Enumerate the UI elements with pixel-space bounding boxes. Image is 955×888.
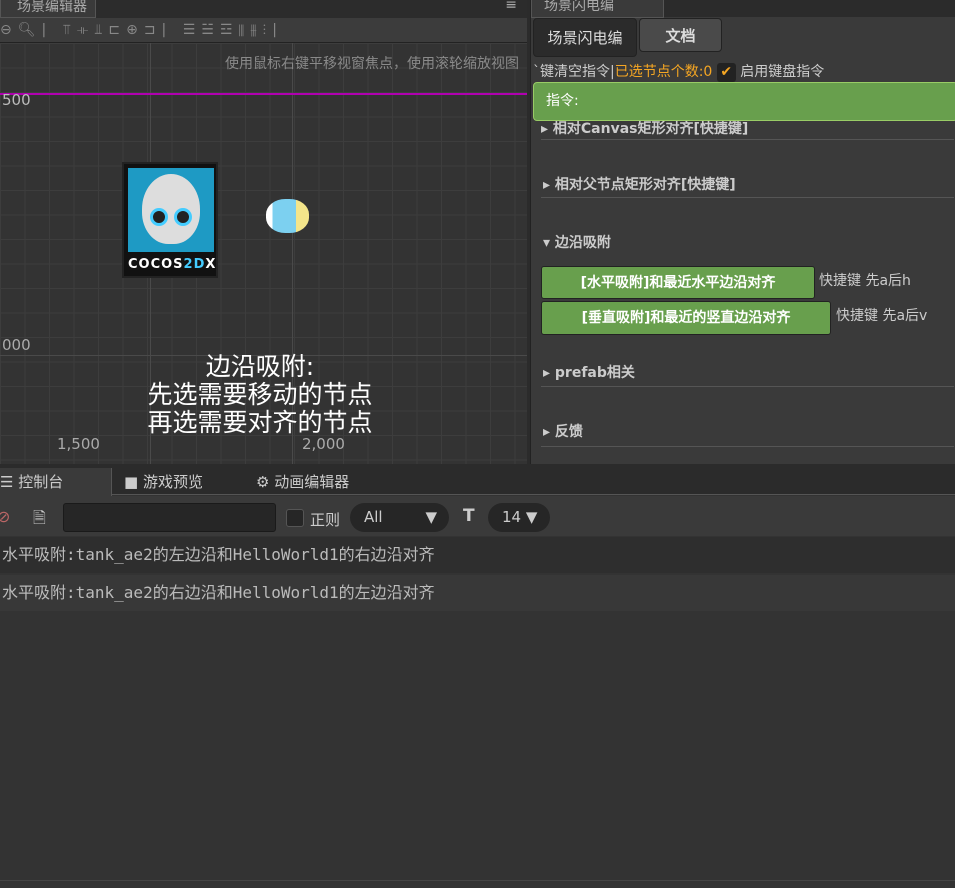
- font-size-value: 14: [502, 508, 522, 526]
- filter-input[interactable]: [63, 503, 276, 532]
- document-icon[interactable]: 🗎: [33, 507, 46, 534]
- section-label: 相对父节点矩形对齐[快捷键]: [554, 177, 736, 193]
- tab-flash-main[interactable]: 场景闪电编: [533, 18, 637, 57]
- clear-hint: `键清空指令|: [533, 64, 615, 80]
- tank-node[interactable]: [266, 199, 309, 233]
- tab-scene-editor[interactable]: 场景编辑器: [0, 0, 96, 18]
- flash-editor-panel: 场景闪电编 场景闪电编 文档 `键清空指令|已选节点个数:0 ✔ 启用键盘指令 …: [530, 0, 955, 464]
- log-row: 水平吸附:tank_ae2的右边沿和HelloWorld1的左边沿对齐: [0, 575, 955, 611]
- hint-text: 使用鼠标右键平移视窗焦点，使用滚轮缩放视图: [225, 56, 519, 72]
- section-feedback[interactable]: ▸ 反馈: [541, 421, 954, 447]
- tab-label: 场景编辑器: [17, 0, 87, 15]
- tab-label: 游戏预览: [142, 473, 203, 491]
- level-value: All: [364, 508, 383, 526]
- tab-flash-editor[interactable]: 场景闪电编: [531, 0, 664, 18]
- section-label: prefab相关: [554, 365, 635, 381]
- cocos-logo-node[interactable]: COCOS2DX: [122, 162, 218, 278]
- font-size-select[interactable]: 14 ▼: [488, 503, 550, 532]
- horizontal-snap-button[interactable]: [水平吸附]和最近水平边沿对齐: [541, 266, 815, 299]
- axis-label: 2,000: [302, 435, 345, 453]
- chevron-down-icon: ▼: [525, 508, 538, 526]
- guide-line: [0, 93, 527, 95]
- video-icon: ■: [124, 473, 139, 491]
- section-canvas-align[interactable]: 相对Canvas矩形对齐[快捷键]: [553, 121, 748, 137]
- align-toolbar: ⊖🔍︎| ⫪⟛⫫⊏⊕⊐| ☰☱☲⫴⫵⫶|: [0, 18, 527, 43]
- distribute-vcenter-icon[interactable]: ☱: [201, 22, 220, 38]
- overlay-line: 再选需要对齐的节点: [147, 408, 373, 437]
- align-right-icon[interactable]: ⊐: [144, 22, 162, 38]
- tab-label: 场景闪电编: [544, 0, 614, 14]
- overlay-line: 边沿吸附:: [205, 352, 315, 381]
- list-icon: ☰: [0, 473, 14, 491]
- section-prefab[interactable]: ▸ prefab相关: [541, 362, 954, 387]
- tab-game-preview[interactable]: ■ 游戏预览: [124, 468, 203, 496]
- vertical-snap-button[interactable]: [垂直吸附]和最近的竖直边沿对齐: [541, 301, 831, 335]
- zoom-out-icon[interactable]: ⊖: [0, 22, 18, 38]
- clear-icon[interactable]: ⊘: [0, 507, 10, 526]
- align-top-icon[interactable]: ⫪: [63, 22, 77, 38]
- overlay-instructions: 边沿吸附: 先选需要移动的节点 再选需要对齐的节点: [80, 353, 440, 437]
- tab-label: 控制台: [18, 473, 64, 491]
- tab-console[interactable]: ☰ 控制台: [0, 468, 112, 496]
- axis-label: 000: [2, 336, 31, 354]
- section-parent-align[interactable]: ▸ 相对父节点矩形对齐[快捷键]: [541, 174, 954, 198]
- distribute-bottom-icon[interactable]: ☲: [220, 22, 239, 38]
- command-input[interactable]: 指令:: [533, 82, 955, 121]
- distribute-top-icon[interactable]: ☰: [183, 22, 202, 38]
- align-vcenter-icon[interactable]: ⟛: [77, 22, 95, 38]
- align-left-icon[interactable]: ⊏: [108, 22, 126, 38]
- shortcut-hint: 快捷键 先a后h: [819, 273, 911, 289]
- distribute-right-icon[interactable]: ⫶: [263, 22, 273, 38]
- overlay-line: 先选需要移动的节点: [147, 380, 373, 409]
- zoom-reset-icon[interactable]: 🔍︎: [18, 22, 42, 38]
- level-select[interactable]: All ▼: [350, 503, 449, 532]
- tab-docs[interactable]: 文档: [639, 18, 722, 52]
- section-edge-snap[interactable]: ▾ 边沿吸附: [543, 232, 611, 252]
- keyboard-label: 启用键盘指令: [740, 64, 825, 80]
- command-label: 指令:: [546, 93, 579, 109]
- regex-label: 正则: [310, 511, 341, 529]
- logo-text: COCOS2DX: [128, 257, 217, 272]
- section-label: 反馈: [554, 424, 583, 440]
- scene-editor-panel: 场景编辑器 ≡ ⊖🔍︎| ⫪⟛⫫⊏⊕⊐| ☰☱☲⫴⫵⫶| 使用鼠标右键平移视窗焦…: [0, 0, 527, 464]
- align-hcenter-icon[interactable]: ⊕: [126, 22, 144, 38]
- keyboard-checkbox[interactable]: ✔: [716, 62, 736, 82]
- tab-label: 动画编辑器: [274, 473, 350, 491]
- align-bottom-icon[interactable]: ⫫: [94, 22, 108, 38]
- axis-label: 500: [2, 91, 31, 109]
- regex-checkbox[interactable]: [286, 509, 304, 527]
- font-size-icon: T: [463, 506, 475, 526]
- selected-count: 已选节点个数:0: [614, 64, 713, 80]
- scene-viewport[interactable]: 使用鼠标右键平移视窗焦点，使用滚轮缩放视图 500 000 1,500 2,00…: [0, 43, 527, 464]
- distribute-left-icon[interactable]: ⫴: [238, 22, 250, 38]
- axis-label: 1,500: [57, 435, 100, 453]
- distribute-hcenter-icon[interactable]: ⫵: [250, 22, 262, 38]
- console-panel: ☰ 控制台 ■ 游戏预览 ⚙ 动画编辑器 ⊘ 🗎 正则 All ▼ T 14 ▼ …: [0, 466, 955, 888]
- menu-icon[interactable]: ≡: [505, 0, 517, 13]
- log-row: 水平吸附:tank_ae2的左边沿和HelloWorld1的右边沿对齐: [0, 537, 955, 573]
- shortcut-hint: 快捷键 先a后v: [836, 308, 928, 324]
- section-label: 边沿吸附: [554, 235, 611, 251]
- tab-animation-editor[interactable]: ⚙ 动画编辑器: [256, 468, 349, 496]
- status-bar: `键清空指令|已选节点个数:0 ✔ 启用键盘指令: [533, 61, 824, 82]
- chevron-down-icon: ▼: [425, 508, 437, 526]
- animation-icon: ⚙: [256, 473, 270, 491]
